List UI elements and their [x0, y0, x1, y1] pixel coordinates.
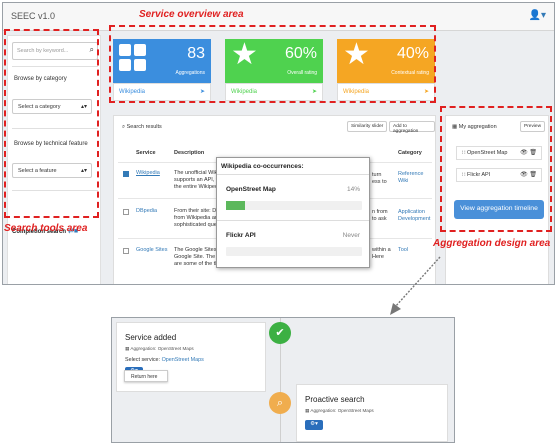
proactive-search-card: Proactive search ▦ Aggregation: OpenStre… [296, 384, 448, 442]
divider [217, 220, 369, 221]
description-tail: ess to [372, 179, 387, 185]
card-meta-label: Aggregation: OpenStreet Maps [310, 408, 374, 413]
search-tools-area-frame [4, 29, 99, 218]
app-title: SEEC v1.0 [11, 11, 56, 21]
service-link[interactable]: DBpedia [136, 208, 157, 215]
arrow-line [394, 256, 441, 308]
description-tail: turn [372, 172, 382, 178]
row-checkbox[interactable] [123, 248, 129, 254]
arrow-head [390, 303, 401, 315]
aggregation-area-annotation: Aggregation design area [433, 238, 551, 249]
category-link[interactable]: Development [398, 216, 430, 223]
popup-service-pct: Never [342, 232, 360, 239]
card-meta-label: Aggregation: OpenStreet Maps [130, 346, 194, 351]
search-results-label: Search results [126, 124, 162, 130]
description-tail: within a [372, 247, 391, 253]
column-header-service: Service [136, 150, 156, 156]
service-link[interactable]: Google Sites [136, 247, 168, 254]
category-link[interactable]: Tool [398, 247, 408, 254]
column-header-category: Category [398, 150, 422, 156]
arrow-connector [390, 256, 441, 315]
divider [217, 174, 369, 175]
search-tools-area-annotation: Search tools area [4, 223, 88, 234]
aggregation-area-frame [440, 106, 552, 232]
row-checkbox[interactable] [123, 209, 129, 215]
gear-dropdown-button[interactable]: ⚙▾ [305, 420, 323, 430]
row-checkbox[interactable] [123, 171, 129, 177]
card-title: Service added [125, 333, 177, 342]
description-line: Google Site. The A [174, 254, 221, 260]
column-header-description: Description [174, 150, 205, 156]
co-occurrence-bar [226, 201, 362, 210]
select-service-label: Select service: [125, 357, 161, 363]
dropdown-menu[interactable]: Return here [124, 370, 168, 382]
card-meta: ▦ Aggregation: OpenStreet Maps [305, 408, 374, 413]
co-occurrence-popup: Wikipedia co-occurrences: OpenStreet Map… [216, 157, 370, 268]
description-tail: Here [372, 254, 384, 260]
category-link[interactable]: Application [398, 209, 425, 216]
description-line: From their site: DB [174, 208, 220, 214]
description-line: The unofficial Wik [174, 170, 218, 176]
search-results-title: ⌕ Search results [122, 124, 162, 130]
description-line: sophisticated quer [174, 222, 219, 228]
card-meta: ▦ Aggregation: OpenStreet Maps [125, 346, 194, 351]
description-tail: to ask [372, 216, 387, 222]
overview-area-annotation: Service overview area [139, 9, 244, 20]
popup-service-name: Flickr API [226, 232, 256, 239]
card-line: Select service: OpenStreet Maps [125, 357, 204, 363]
check-icon: ✔ [269, 322, 291, 344]
category-link[interactable]: Reference [398, 171, 423, 178]
category-link[interactable]: Wiki [398, 178, 408, 185]
service-link[interactable]: Wikipedia [136, 170, 160, 177]
co-occurrence-bar [226, 247, 362, 256]
description-line: the entire Wikiped [174, 184, 219, 190]
popup-service-pct: 14% [346, 186, 360, 193]
overview-area-frame [109, 25, 436, 103]
similarity-slider-button[interactable]: Similarity slider [347, 121, 388, 132]
popup-title: Wikipedia co-occurrences: [221, 163, 304, 170]
co-occurrence-fill [226, 201, 246, 210]
card-title: Proactive search [305, 395, 365, 404]
popup-service-name: OpenStreet Map [226, 186, 276, 193]
description-tail: n from [372, 209, 388, 215]
selected-service-link[interactable]: OpenStreet Maps [162, 357, 204, 363]
add-to-aggregation-button[interactable]: Add to aggregation [389, 121, 435, 134]
return-here-item[interactable]: Return here [131, 374, 157, 380]
search-icon: ⌕ [269, 392, 291, 414]
user-icon[interactable]: 👤▾ [529, 10, 546, 21]
description-line: The Google Sites [174, 247, 217, 253]
description-line: supports an API, w [174, 177, 220, 183]
aggregation-timeline: Service added ▦ Aggregation: OpenStreet … [111, 317, 455, 443]
